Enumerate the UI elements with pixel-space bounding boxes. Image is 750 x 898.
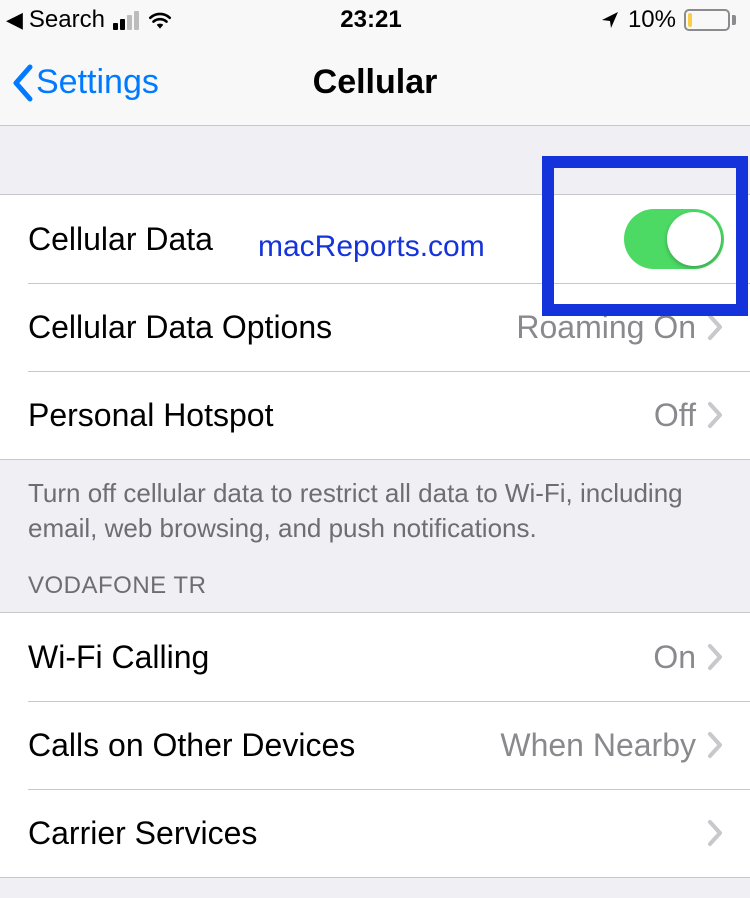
cellular-data-toggle[interactable] (624, 209, 724, 269)
calls-other-devices-value: When Nearby (500, 727, 696, 764)
personal-hotspot-row[interactable]: Personal Hotspot Off (0, 371, 750, 459)
back-button[interactable]: Settings (10, 63, 159, 103)
cellular-data-options-label: Cellular Data Options (28, 309, 516, 346)
toggle-knob (667, 212, 721, 266)
calls-other-devices-label: Calls on Other Devices (28, 727, 500, 764)
status-bar: ◀ Search 23:21 10% (0, 0, 750, 40)
carrier-services-row[interactable]: Carrier Services (0, 789, 750, 877)
carrier-section: Wi-Fi Calling On Calls on Other Devices … (0, 612, 750, 878)
carrier-section-header: VODAFONE TR (0, 568, 750, 612)
personal-hotspot-label: Personal Hotspot (28, 397, 654, 434)
status-left: ◀ Search (6, 6, 249, 34)
chevron-right-icon (706, 313, 724, 341)
back-label: Settings (36, 63, 159, 102)
carrier-services-label: Carrier Services (28, 815, 706, 852)
back-to-app-label[interactable]: Search (29, 6, 105, 34)
chevron-right-icon (706, 643, 724, 671)
cellular-signal-icon (113, 10, 139, 30)
cellular-data-options-row[interactable]: Cellular Data Options Roaming On (0, 283, 750, 371)
status-time: 23:21 (249, 6, 492, 34)
status-right: 10% (493, 6, 736, 34)
chevron-right-icon (706, 819, 724, 847)
calls-other-devices-row[interactable]: Calls on Other Devices When Nearby (0, 701, 750, 789)
wifi-icon (147, 9, 173, 31)
cellular-data-options-value: Roaming On (516, 309, 696, 346)
wifi-calling-value: On (653, 639, 696, 676)
personal-hotspot-value: Off (654, 397, 696, 434)
battery-icon (684, 9, 736, 31)
back-to-app-arrow-icon[interactable]: ◀ (6, 9, 23, 31)
chevron-left-icon (10, 63, 34, 103)
navigation-bar: Settings Cellular (0, 40, 750, 126)
wifi-calling-label: Wi-Fi Calling (28, 639, 653, 676)
section-footer-note: Turn off cellular data to restrict all d… (0, 460, 750, 568)
chevron-right-icon (706, 401, 724, 429)
chevron-right-icon (706, 731, 724, 759)
battery-percent: 10% (628, 6, 676, 34)
location-icon (600, 10, 620, 30)
watermark-text: macReports.com (258, 230, 485, 264)
wifi-calling-row[interactable]: Wi-Fi Calling On (0, 613, 750, 701)
